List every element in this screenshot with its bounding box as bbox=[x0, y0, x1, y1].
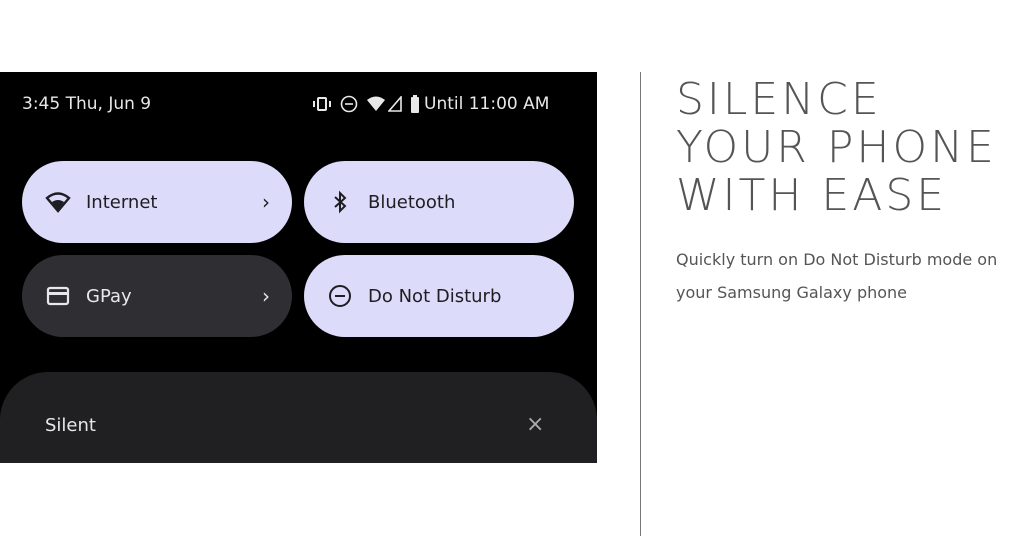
tile-do-not-disturb[interactable]: Do Not Disturb bbox=[304, 255, 574, 337]
description: Quickly turn on Do Not Disturb mode on y… bbox=[676, 250, 998, 302]
dnd-until-text: Until 11:00 AM bbox=[424, 94, 550, 114]
wifi-icon bbox=[44, 188, 72, 216]
headline: SILENCE YOUR PHONE WITH EASE bbox=[676, 74, 997, 221]
tile-label: Bluetooth bbox=[368, 191, 456, 213]
tile-gpay[interactable]: GPay › bbox=[22, 255, 292, 337]
close-icon[interactable]: × bbox=[526, 412, 544, 437]
tile-label: GPay bbox=[86, 285, 132, 307]
tile-label: Do Not Disturb bbox=[368, 285, 502, 307]
chevron-right-icon: › bbox=[262, 284, 270, 308]
tile-label: Internet bbox=[86, 191, 158, 213]
quick-settings-screenshot: 3:45 Thu, Jun 9 Until 11:00 AM Internet … bbox=[0, 72, 597, 463]
battery-icon bbox=[411, 95, 419, 113]
wifi-icon bbox=[367, 96, 385, 111]
status-icons: Until 11:00 AM bbox=[312, 94, 549, 114]
bluetooth-icon bbox=[326, 188, 354, 216]
card-icon bbox=[44, 282, 72, 310]
divider bbox=[640, 72, 641, 536]
chevron-right-icon: › bbox=[262, 190, 270, 214]
tile-internet[interactable]: Internet › bbox=[22, 161, 292, 243]
dnd-icon bbox=[326, 282, 354, 310]
tile-bluetooth[interactable]: Bluetooth bbox=[304, 161, 574, 243]
dnd-icon bbox=[340, 95, 358, 113]
signal-icon bbox=[388, 96, 402, 112]
notification-section-label: Silent bbox=[45, 415, 96, 436]
status-time-date: 3:45 Thu, Jun 9 bbox=[22, 94, 152, 114]
vibrate-icon bbox=[313, 97, 331, 111]
notification-panel: Silent × bbox=[0, 372, 597, 463]
